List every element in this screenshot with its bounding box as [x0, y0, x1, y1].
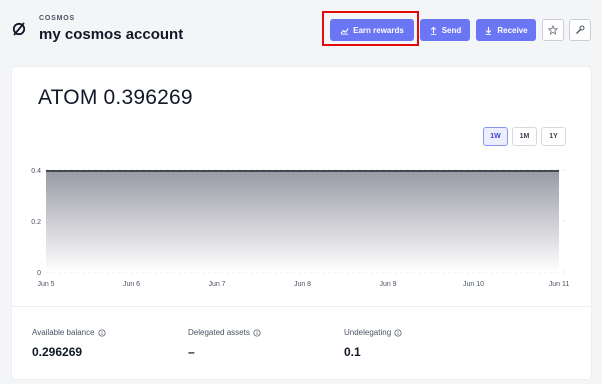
x-tick-label: Jun 5	[37, 281, 54, 288]
y-tick-label: 0	[37, 270, 41, 277]
balance-amount: 0.396269	[103, 86, 193, 109]
stat-value: –	[188, 345, 195, 359]
x-tick-label: Jun 9	[379, 281, 396, 288]
settings-button[interactable]	[569, 19, 591, 41]
range-1w-button[interactable]: 1W	[483, 127, 508, 146]
arrow-down-icon	[486, 26, 492, 35]
x-tick-label: Jun 7	[208, 281, 225, 288]
stat-label: Delegated assets	[188, 328, 250, 337]
y-tick-label: 0.4	[31, 168, 41, 175]
total-balance: ATOM 0.396269	[38, 86, 199, 110]
network-label: COSMOS	[39, 15, 75, 22]
stat-undelegating: Undelegating 0.1	[344, 328, 402, 359]
info-icon[interactable]	[253, 328, 261, 337]
stat-delegated-assets: Delegated assets –	[188, 328, 261, 359]
balance-card: ATOM 0.396269 1W 1M 1Y 0.4 0.2 0 Jun 5 Jun 6…	[12, 67, 591, 379]
account-header: COSMOS my cosmos account Earn rewards Se…	[0, 0, 602, 60]
info-icon[interactable]	[394, 328, 402, 337]
receive-button[interactable]: Receive	[476, 19, 536, 41]
star-icon	[548, 25, 558, 35]
y-tick-label: 0.2	[31, 219, 41, 226]
balance-ticker: ATOM	[38, 86, 98, 109]
balance-chart: 0.4 0.2 0 Jun 5 Jun 6 Jun 7 Jun 8 Jun 9 Jun 10 J…	[31, 168, 570, 288]
send-label: Send	[441, 25, 462, 35]
series-area	[46, 170, 559, 272]
slashed-circle-icon	[12, 22, 26, 36]
stat-label: Available balance	[32, 328, 95, 337]
x-tick-label: Jun 6	[123, 281, 140, 288]
star-button[interactable]	[542, 19, 564, 41]
stat-available-balance: Available balance 0.296269	[32, 328, 106, 359]
receive-label: Receive	[497, 25, 528, 35]
x-tick-label: Jun 11	[549, 281, 570, 288]
stat-value: 0.1	[344, 345, 361, 359]
highlight-box	[322, 11, 419, 46]
wrench-icon	[576, 25, 585, 34]
divider	[12, 306, 591, 307]
send-button[interactable]: Send	[420, 19, 470, 41]
info-icon[interactable]	[98, 328, 106, 337]
x-tick-label: Jun 8	[294, 281, 311, 288]
stat-value: 0.296269	[32, 345, 83, 359]
arrow-up-icon	[430, 26, 436, 35]
range-1y-button[interactable]: 1Y	[541, 127, 566, 146]
stat-label: Undelegating	[344, 328, 392, 337]
range-1m-button[interactable]: 1M	[512, 127, 537, 146]
account-name: my cosmos account	[39, 26, 184, 43]
x-tick-label: Jun 10	[463, 281, 484, 288]
